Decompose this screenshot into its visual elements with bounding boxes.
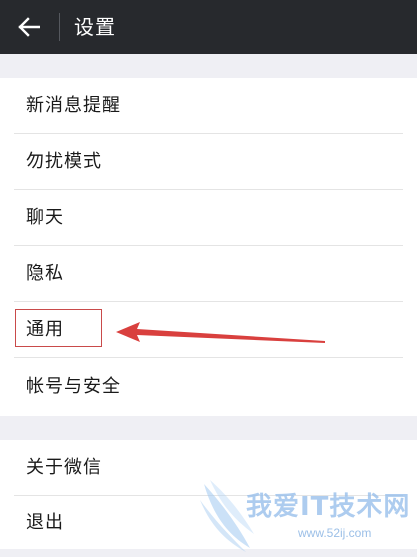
title-bar: 设置 (0, 0, 417, 54)
settings-item-label: 勿扰模式 (26, 151, 102, 172)
arrow-left-icon (18, 17, 40, 37)
section-gap (0, 54, 417, 78)
red-arrow-annotation (116, 322, 325, 343)
bottom-strip (0, 549, 417, 557)
settings-item-do-not-disturb[interactable]: 勿扰模式 (0, 134, 417, 190)
settings-item-logout[interactable]: 退出 (0, 496, 417, 549)
settings-item-about-wechat[interactable]: 关于微信 (0, 440, 417, 496)
settings-item-label: 退出 (26, 512, 64, 533)
settings-item-new-message-notifications[interactable]: 新消息提醒 (0, 78, 417, 134)
header-divider (59, 13, 60, 41)
settings-item-chat[interactable]: 聊天 (0, 190, 417, 246)
settings-item-label: 新消息提醒 (26, 95, 121, 116)
settings-item-privacy[interactable]: 隐私 (0, 246, 417, 302)
section-gap (0, 416, 417, 440)
settings-item-label: 隐私 (26, 263, 64, 284)
settings-group-about: 关于微信 退出 (0, 440, 417, 549)
highlight-box (15, 309, 102, 347)
page-title: 设置 (74, 15, 116, 39)
settings-group-main: 新消息提醒 勿扰模式 聊天 隐私 通用 帐号与安全 (0, 78, 417, 416)
settings-item-label: 关于微信 (26, 457, 102, 478)
settings-item-label: 聊天 (26, 207, 64, 228)
settings-item-label: 帐号与安全 (26, 376, 121, 397)
back-button[interactable] (0, 0, 58, 54)
settings-item-account-security[interactable]: 帐号与安全 (0, 358, 417, 416)
